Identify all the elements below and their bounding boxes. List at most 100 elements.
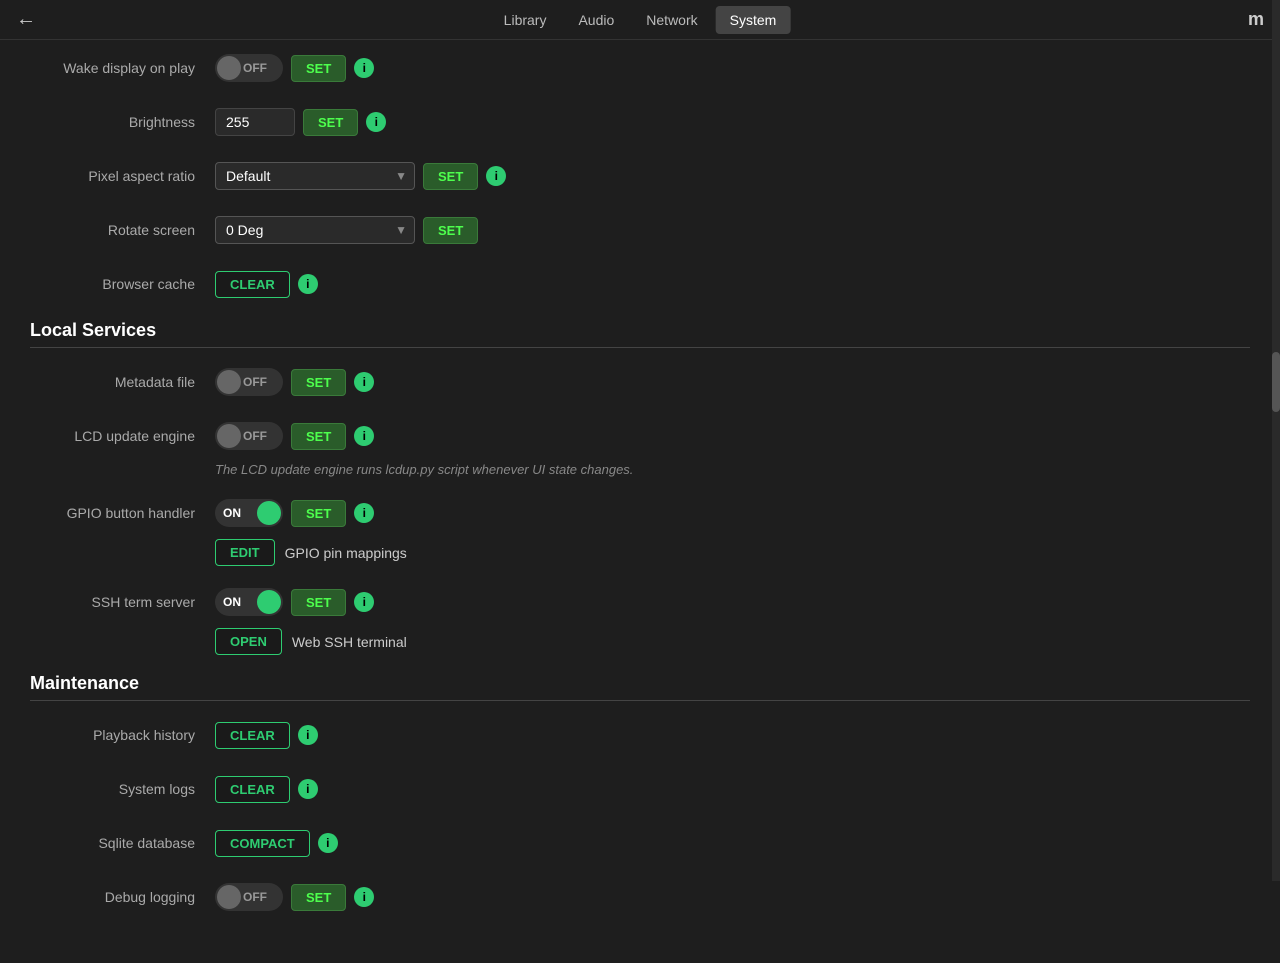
rotate-screen-controls: 0 Deg 90 Deg 180 Deg 270 Deg ▼ SET (215, 216, 478, 244)
metadata-file-toggle[interactable]: OFF (215, 368, 283, 396)
lcd-update-engine-knob (217, 424, 241, 448)
wake-display-label: Wake display on play (30, 60, 215, 76)
debug-logging-set-button[interactable]: SET (291, 884, 346, 911)
sqlite-database-info-icon[interactable]: i (318, 833, 338, 853)
playback-history-row: Playback history CLEAR i (30, 717, 1250, 753)
gpio-button-handler-toggle-label: ON (223, 506, 241, 520)
metadata-file-knob (217, 370, 241, 394)
local-services-title: Local Services (30, 320, 1250, 341)
system-logs-info-icon[interactable]: i (298, 779, 318, 799)
lcd-update-engine-row: LCD update engine OFF SET i (30, 418, 1250, 454)
gpio-edit-row: EDIT GPIO pin mappings (30, 539, 1250, 566)
tab-audio[interactable]: Audio (564, 6, 628, 34)
ssh-term-server-label: SSH term server (30, 594, 215, 610)
sqlite-database-compact-button[interactable]: COMPACT (215, 830, 310, 857)
gpio-button-handler-set-button[interactable]: SET (291, 500, 346, 527)
metadata-file-info-icon[interactable]: i (354, 372, 374, 392)
local-services-divider (30, 347, 1250, 348)
metadata-file-row: Metadata file OFF SET i (30, 364, 1250, 400)
back-button[interactable]: ← (16, 8, 36, 31)
scrollbar[interactable] (1272, 0, 1280, 881)
lcd-update-engine-toggle[interactable]: OFF (215, 422, 283, 450)
maintenance-title: Maintenance (30, 673, 1250, 694)
nav-tabs: Library Audio Network System (490, 6, 791, 34)
lcd-update-engine-label: LCD update engine (30, 428, 215, 444)
main-content: Wake display on play OFF SET i Brightnes… (0, 40, 1280, 963)
metadata-file-label: Metadata file (30, 374, 215, 390)
pixel-aspect-ratio-controls: Default 1:1 4:3 16:9 ▼ SET i (215, 162, 506, 190)
lcd-description-row: The LCD update engine runs lcdup.py scri… (30, 462, 1250, 477)
brightness-label: Brightness (30, 114, 215, 130)
rotate-screen-select[interactable]: 0 Deg 90 Deg 180 Deg 270 Deg (215, 216, 415, 244)
browser-cache-clear-button[interactable]: CLEAR (215, 271, 290, 298)
browser-cache-controls: CLEAR i (215, 271, 318, 298)
debug-logging-toggle[interactable]: OFF (215, 883, 283, 911)
lcd-update-engine-info-icon[interactable]: i (354, 426, 374, 446)
brightness-info-icon[interactable]: i (366, 112, 386, 132)
user-icon: m (1248, 9, 1264, 30)
ssh-term-server-row: SSH term server ON SET i (30, 584, 1250, 620)
scrollbar-thumb[interactable] (1272, 352, 1280, 412)
rotate-screen-select-wrapper: 0 Deg 90 Deg 180 Deg 270 Deg ▼ (215, 216, 415, 244)
debug-logging-label: Debug logging (30, 889, 215, 905)
system-logs-label: System logs (30, 781, 215, 797)
wake-display-set-button[interactable]: SET (291, 55, 346, 82)
ssh-open-row: OPEN Web SSH terminal (30, 628, 1250, 655)
lcd-update-engine-set-button[interactable]: SET (291, 423, 346, 450)
brightness-set-button[interactable]: SET (303, 109, 358, 136)
browser-cache-label: Browser cache (30, 276, 215, 292)
sqlite-database-label: Sqlite database (30, 835, 215, 851)
gpio-button-handler-info-icon[interactable]: i (354, 503, 374, 523)
pixel-aspect-ratio-set-button[interactable]: SET (423, 163, 478, 190)
browser-cache-info-icon[interactable]: i (298, 274, 318, 294)
gpio-button-handler-knob (257, 501, 281, 525)
gpio-button-handler-controls: ON SET i (215, 499, 374, 527)
system-logs-controls: CLEAR i (215, 776, 318, 803)
debug-logging-knob (217, 885, 241, 909)
browser-cache-row: Browser cache CLEAR i (30, 266, 1250, 302)
sqlite-database-controls: COMPACT i (215, 830, 338, 857)
brightness-controls: SET i (215, 108, 386, 136)
ssh-term-server-toggle-label: ON (223, 595, 241, 609)
system-logs-row: System logs CLEAR i (30, 771, 1250, 807)
wake-display-controls: OFF SET i (215, 54, 374, 82)
metadata-file-toggle-label: OFF (243, 375, 267, 389)
tab-library[interactable]: Library (490, 6, 561, 34)
ssh-term-server-controls: ON SET i (215, 588, 374, 616)
ssh-term-server-info-icon[interactable]: i (354, 592, 374, 612)
gpio-edit-button[interactable]: EDIT (215, 539, 275, 566)
lcd-description-text: The LCD update engine runs lcdup.py scri… (215, 462, 633, 477)
metadata-file-set-button[interactable]: SET (291, 369, 346, 396)
ssh-term-server-set-button[interactable]: SET (291, 589, 346, 616)
tab-network[interactable]: Network (632, 6, 711, 34)
lcd-update-engine-toggle-label: OFF (243, 429, 267, 443)
gpio-button-handler-row: GPIO button handler ON SET i (30, 495, 1250, 531)
debug-logging-controls: OFF SET i (215, 883, 374, 911)
gpio-button-handler-toggle[interactable]: ON (215, 499, 283, 527)
pixel-aspect-ratio-select[interactable]: Default 1:1 4:3 16:9 (215, 162, 415, 190)
system-logs-clear-button[interactable]: CLEAR (215, 776, 290, 803)
wake-display-info-icon[interactable]: i (354, 58, 374, 78)
ssh-open-button[interactable]: OPEN (215, 628, 282, 655)
rotate-screen-set-button[interactable]: SET (423, 217, 478, 244)
maintenance-divider (30, 700, 1250, 701)
wake-display-row: Wake display on play OFF SET i (30, 50, 1250, 86)
rotate-screen-label: Rotate screen (30, 222, 215, 238)
wake-display-toggle[interactable]: OFF (215, 54, 283, 82)
playback-history-info-icon[interactable]: i (298, 725, 318, 745)
lcd-update-engine-controls: OFF SET i (215, 422, 374, 450)
ssh-term-server-toggle[interactable]: ON (215, 588, 283, 616)
pixel-aspect-ratio-label: Pixel aspect ratio (30, 168, 215, 184)
brightness-row: Brightness SET i (30, 104, 1250, 140)
ssh-term-server-knob (257, 590, 281, 614)
wake-display-knob (217, 56, 241, 80)
pixel-aspect-ratio-row: Pixel aspect ratio Default 1:1 4:3 16:9 … (30, 158, 1250, 194)
pixel-aspect-ratio-info-icon[interactable]: i (486, 166, 506, 186)
debug-logging-info-icon[interactable]: i (354, 887, 374, 907)
debug-logging-toggle-label: OFF (243, 890, 267, 904)
tab-system[interactable]: System (716, 6, 791, 34)
brightness-input[interactable] (215, 108, 295, 136)
playback-history-clear-button[interactable]: CLEAR (215, 722, 290, 749)
metadata-file-controls: OFF SET i (215, 368, 374, 396)
gpio-pin-mappings-text: GPIO pin mappings (285, 545, 407, 561)
